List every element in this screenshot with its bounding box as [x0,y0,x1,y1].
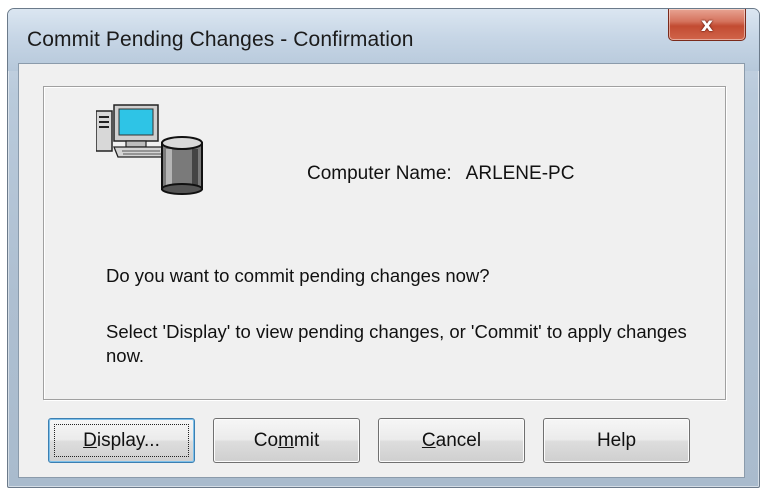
help-button[interactable]: Help [543,418,690,463]
display-button-label: Display... [83,429,160,451]
close-button[interactable]: x [668,9,746,41]
dialog-window: Commit Pending Changes - Confirmation x [7,8,760,488]
confirmation-question: Do you want to commit pending changes no… [106,265,490,286]
info-panel: Computer Name: ARLENE-PC Do you want to c… [43,86,726,400]
display-button[interactable]: Display... [48,418,195,463]
computer-name-label: Computer Name: [307,163,452,184]
window-title: Commit Pending Changes - Confirmation [27,28,414,51]
help-button-label: Help [596,429,637,451]
computer-database-icon [95,99,206,199]
computer-name-value: ARLENE-PC [465,163,575,184]
computer-name-row: Computer Name: ARLENE-PC [307,163,574,185]
instructions-text: Select 'Display' to view pending changes… [106,321,687,366]
dialog-body: Computer Name: ARLENE-PC Do you want to c… [18,63,745,478]
commit-button[interactable]: Commit [213,418,360,463]
commit-button-label: Commit [253,429,320,451]
cancel-button-label: Cancel [421,429,482,451]
close-icon: x [700,13,714,36]
title-bar[interactable]: Commit Pending Changes - Confirmation x [8,9,759,71]
cancel-button[interactable]: Cancel [378,418,525,463]
